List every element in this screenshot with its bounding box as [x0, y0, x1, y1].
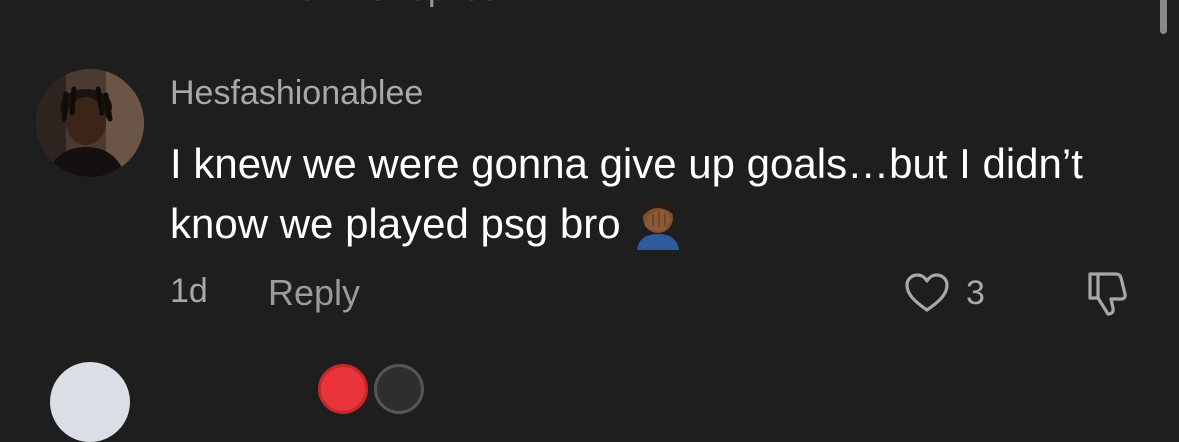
like-button[interactable]: 3 [902, 268, 985, 318]
gray-badge-icon [374, 364, 424, 414]
comment-timestamp: 1d [170, 272, 208, 310]
avatar[interactable] [36, 69, 144, 177]
next-comment-avatar[interactable] [50, 362, 130, 442]
view-replies-label: View 15 replies [268, 0, 498, 9]
facepalm-emoji-icon [636, 202, 679, 250]
thumbs-down-icon[interactable] [1080, 266, 1134, 320]
chevron-down-icon [508, 0, 530, 1]
comment-body: I knew we were gonna give up goals…but I… [170, 134, 1130, 254]
reply-button[interactable]: Reply [268, 272, 360, 314]
heart-icon [905, 273, 949, 312]
comment-text: I knew we were gonna give up goals…but I… [170, 140, 1083, 247]
red-badge-icon [318, 364, 368, 414]
scrollbar-thumb[interactable] [1160, 0, 1167, 34]
next-comment-badges [318, 364, 424, 414]
like-count: 3 [966, 273, 985, 312]
comment-username[interactable]: Hesfashionablee [170, 74, 423, 113]
view-replies-button[interactable]: View 15 replies [268, 0, 530, 9]
avatar-image [36, 69, 144, 177]
